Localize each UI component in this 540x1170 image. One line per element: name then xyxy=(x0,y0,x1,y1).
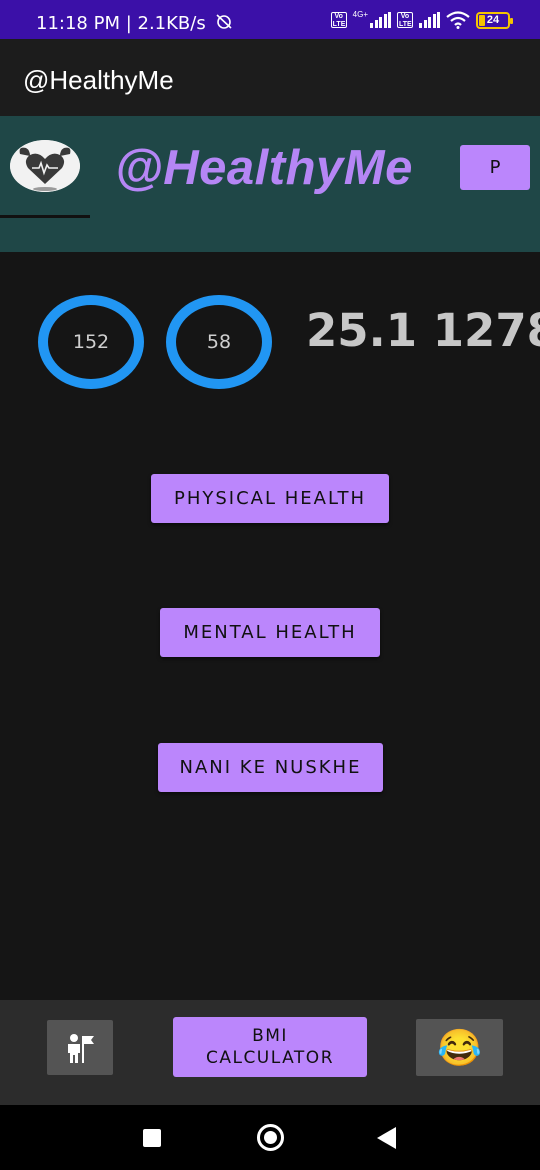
signal-icon xyxy=(370,12,391,28)
bmi-label-line2: CALCULATOR xyxy=(205,1048,335,1068)
battery-percent: 24 xyxy=(486,14,500,26)
heart-muscle-logo-icon xyxy=(10,140,80,192)
laughing-emoji-icon: 😂 xyxy=(437,1026,482,1068)
network-type-label: 4G+ xyxy=(352,9,368,19)
status-time: 11:18 PM | 2.1KB/s xyxy=(36,13,233,34)
stat-text: 25.1 1278 xyxy=(306,304,540,357)
stat-ring-1-value: 152 xyxy=(72,331,110,353)
bottom-bar: BMI CALCULATOR 😂 xyxy=(0,1000,540,1105)
laughing-emoji-button[interactable]: 😂 xyxy=(416,1019,503,1076)
app-bar: @HealthyMe xyxy=(0,39,540,116)
wifi-icon xyxy=(446,11,470,29)
status-icons: Vo LTE 4G+ Vo LTE 24 xyxy=(330,9,513,29)
app-logo[interactable] xyxy=(10,140,80,192)
volte-icon: Vo LTE xyxy=(330,12,347,28)
person-flag-icon xyxy=(68,1033,94,1063)
nani-ke-nuskhe-button[interactable]: NANI KE NUSKHE xyxy=(158,743,383,792)
signal-icon-2 xyxy=(419,12,440,28)
status-time-speed: 11:18 PM | 2.1KB/s xyxy=(36,13,206,34)
bmi-label-line1: BMI xyxy=(252,1026,288,1046)
header-banner: @HealthyMe P xyxy=(0,116,540,252)
stat-ring-2: 58 xyxy=(166,295,272,389)
profile-button[interactable]: P xyxy=(460,145,530,190)
stat-ring-2-value: 58 xyxy=(206,331,232,353)
bmi-calculator-button[interactable]: BMI CALCULATOR xyxy=(173,1017,367,1077)
alarm-off-icon xyxy=(215,13,233,34)
logo-tab-indicator xyxy=(0,215,90,218)
physical-health-button[interactable]: PHYSICAL HEALTH xyxy=(151,474,389,523)
system-nav-bar xyxy=(0,1105,540,1170)
person-flag-button[interactable] xyxy=(47,1020,113,1075)
battery-icon: 24 xyxy=(476,11,513,29)
banner-title: @HealthyMe xyxy=(115,141,413,195)
home-icon[interactable] xyxy=(257,1124,284,1151)
app-bar-title: @HealthyMe xyxy=(23,65,174,95)
stat-ring-1: 152 xyxy=(38,295,144,389)
volte-icon-2: Vo LTE xyxy=(397,12,413,28)
mental-health-button[interactable]: MENTAL HEALTH xyxy=(160,608,380,657)
back-icon[interactable] xyxy=(377,1127,396,1149)
status-bar: 11:18 PM | 2.1KB/s Vo LTE 4G+ Vo LTE 24 xyxy=(0,0,540,39)
recents-icon[interactable] xyxy=(143,1129,161,1147)
